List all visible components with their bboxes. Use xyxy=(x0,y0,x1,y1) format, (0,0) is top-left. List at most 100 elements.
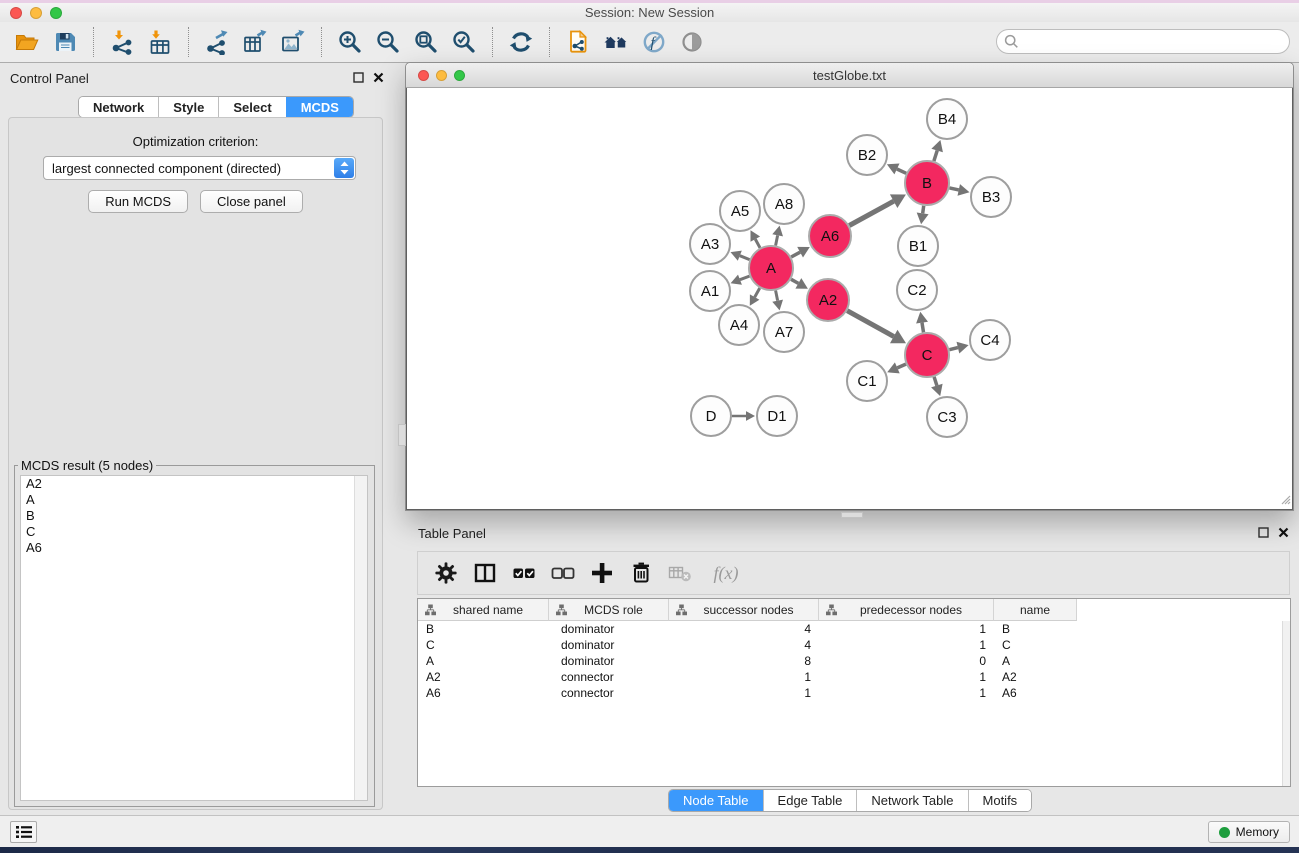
table-row[interactable]: Bdominator41B xyxy=(418,621,1290,637)
open-file-button[interactable] xyxy=(8,24,46,60)
split-divider-handle[interactable] xyxy=(398,424,406,446)
graph-edge[interactable] xyxy=(949,348,958,350)
memory-button[interactable]: Memory xyxy=(1208,821,1290,843)
graph-edge[interactable] xyxy=(776,291,778,301)
network-close-icon[interactable] xyxy=(418,70,429,81)
tab-network[interactable]: Network xyxy=(79,97,158,117)
column-header[interactable]: shared name xyxy=(418,599,549,621)
close-panel-icon[interactable] xyxy=(1278,526,1289,541)
task-history-button[interactable] xyxy=(10,821,37,843)
graph-node-label: B1 xyxy=(909,238,927,255)
mcds-result-list[interactable]: A2ABCA6 xyxy=(20,475,368,801)
select-all-rows-button[interactable] xyxy=(508,557,540,589)
function-builder-button: f(x) xyxy=(703,557,749,589)
minimize-window-icon[interactable] xyxy=(30,7,42,19)
window-controls[interactable] xyxy=(10,7,62,19)
delete-row-button[interactable] xyxy=(625,557,657,589)
new-network-from-selection-button[interactable] xyxy=(559,24,597,60)
tab-style[interactable]: Style xyxy=(158,97,218,117)
deselect-all-rows-button[interactable] xyxy=(547,557,579,589)
float-panel-icon[interactable] xyxy=(1258,526,1269,541)
export-network-button[interactable] xyxy=(198,24,236,60)
network-canvas[interactable]: B4B2BB3A8A5A6A3B1AC2A1A2A4A7C4CC1DD1C3 xyxy=(406,88,1293,510)
graph-edge[interactable] xyxy=(740,256,750,260)
mcds-result-item[interactable]: B xyxy=(21,508,367,524)
zoom-in-button[interactable] xyxy=(331,24,369,60)
table-cell: dominator xyxy=(549,622,669,636)
show-hide-panels-button[interactable] xyxy=(673,24,711,60)
mcds-result-item[interactable]: A xyxy=(21,492,367,508)
float-panel-icon[interactable] xyxy=(353,71,364,86)
column-type-icon xyxy=(826,604,837,616)
home-button[interactable] xyxy=(597,24,635,60)
criterion-dropdown[interactable]: largest connected component (directed) xyxy=(43,156,356,180)
graph-edge[interactable] xyxy=(755,288,760,297)
zoom-window-icon[interactable] xyxy=(50,7,62,19)
table-row[interactable]: Adominator80A xyxy=(418,653,1290,669)
zoom-fit-button[interactable] xyxy=(407,24,445,60)
run-mcds-button[interactable]: Run MCDS xyxy=(88,190,188,213)
table-row[interactable]: A2connector11A2 xyxy=(418,669,1290,685)
toggle-graphics-details-icon: f xyxy=(641,29,667,55)
graph-edge[interactable] xyxy=(776,235,778,245)
home-icon xyxy=(603,29,629,55)
close-panel-icon[interactable] xyxy=(373,71,384,86)
column-type-icon xyxy=(676,604,687,616)
table-row[interactable]: A6connector11A6 xyxy=(418,685,1290,701)
graph-edge[interactable] xyxy=(897,169,906,173)
mcds-result-item[interactable]: A6 xyxy=(21,540,367,556)
column-header-label: predecessor nodes xyxy=(860,603,962,617)
table-settings-gear-button[interactable] xyxy=(430,557,462,589)
table-row[interactable]: Cdominator41C xyxy=(418,637,1290,653)
graph-edge[interactable] xyxy=(923,206,924,214)
show-columns-button[interactable] xyxy=(469,557,501,589)
table-cell: 1 xyxy=(819,622,994,636)
graph-edge[interactable] xyxy=(791,279,798,283)
close-window-icon[interactable] xyxy=(10,7,22,19)
tab-select[interactable]: Select xyxy=(218,97,285,117)
graph-edge[interactable] xyxy=(849,201,893,225)
toggle-graphics-details-button[interactable]: f xyxy=(635,24,673,60)
refresh-button[interactable] xyxy=(502,24,540,60)
add-row-button[interactable] xyxy=(586,557,618,589)
import-network-button[interactable] xyxy=(103,24,141,60)
tab-edge-table[interactable]: Edge Table xyxy=(763,790,857,811)
result-scrollbar[interactable] xyxy=(354,476,367,800)
graph-node-label: B3 xyxy=(982,189,1000,206)
tab-network-table[interactable]: Network Table xyxy=(856,790,967,811)
resize-grip-icon[interactable] xyxy=(1278,492,1291,508)
mcds-result-item[interactable]: C xyxy=(21,524,367,540)
zoom-selected-button[interactable] xyxy=(445,24,483,60)
export-table-button[interactable] xyxy=(236,24,274,60)
graph-edge[interactable] xyxy=(847,311,894,337)
graph-edge[interactable] xyxy=(934,377,937,386)
column-header[interactable]: name xyxy=(994,599,1077,621)
tab-mcds[interactable]: MCDS xyxy=(286,97,353,117)
graph-edge[interactable] xyxy=(934,151,937,162)
column-header[interactable]: MCDS role xyxy=(549,599,669,621)
close-panel-button[interactable]: Close panel xyxy=(200,190,303,213)
graph-edge[interactable] xyxy=(897,364,906,368)
column-header[interactable]: successor nodes xyxy=(669,599,819,621)
table-cell: A xyxy=(418,654,549,668)
network-minimize-icon[interactable] xyxy=(436,70,447,81)
search-input[interactable] xyxy=(996,29,1290,54)
export-image-button[interactable] xyxy=(274,24,312,60)
tab-node-table[interactable]: Node Table xyxy=(669,790,763,811)
network-window-titlebar[interactable]: testGlobe.txt xyxy=(406,63,1293,88)
table-scrollbar[interactable] xyxy=(1282,621,1290,786)
table-cell: B xyxy=(994,622,1077,636)
tab-motifs[interactable]: Motifs xyxy=(968,790,1032,811)
zoom-out-button[interactable] xyxy=(369,24,407,60)
graph-edge[interactable] xyxy=(922,323,924,333)
mcds-result-item[interactable]: A2 xyxy=(21,476,367,492)
graph-edge[interactable] xyxy=(791,252,800,257)
column-header[interactable]: predecessor nodes xyxy=(819,599,994,621)
import-table-button[interactable] xyxy=(141,24,179,60)
graph-edge[interactable] xyxy=(755,239,760,248)
graph-edge[interactable] xyxy=(950,188,959,190)
graph-edge[interactable] xyxy=(740,276,750,280)
network-zoom-icon[interactable] xyxy=(454,70,465,81)
save-session-button[interactable] xyxy=(46,24,84,60)
search-field[interactable] xyxy=(996,29,1290,54)
